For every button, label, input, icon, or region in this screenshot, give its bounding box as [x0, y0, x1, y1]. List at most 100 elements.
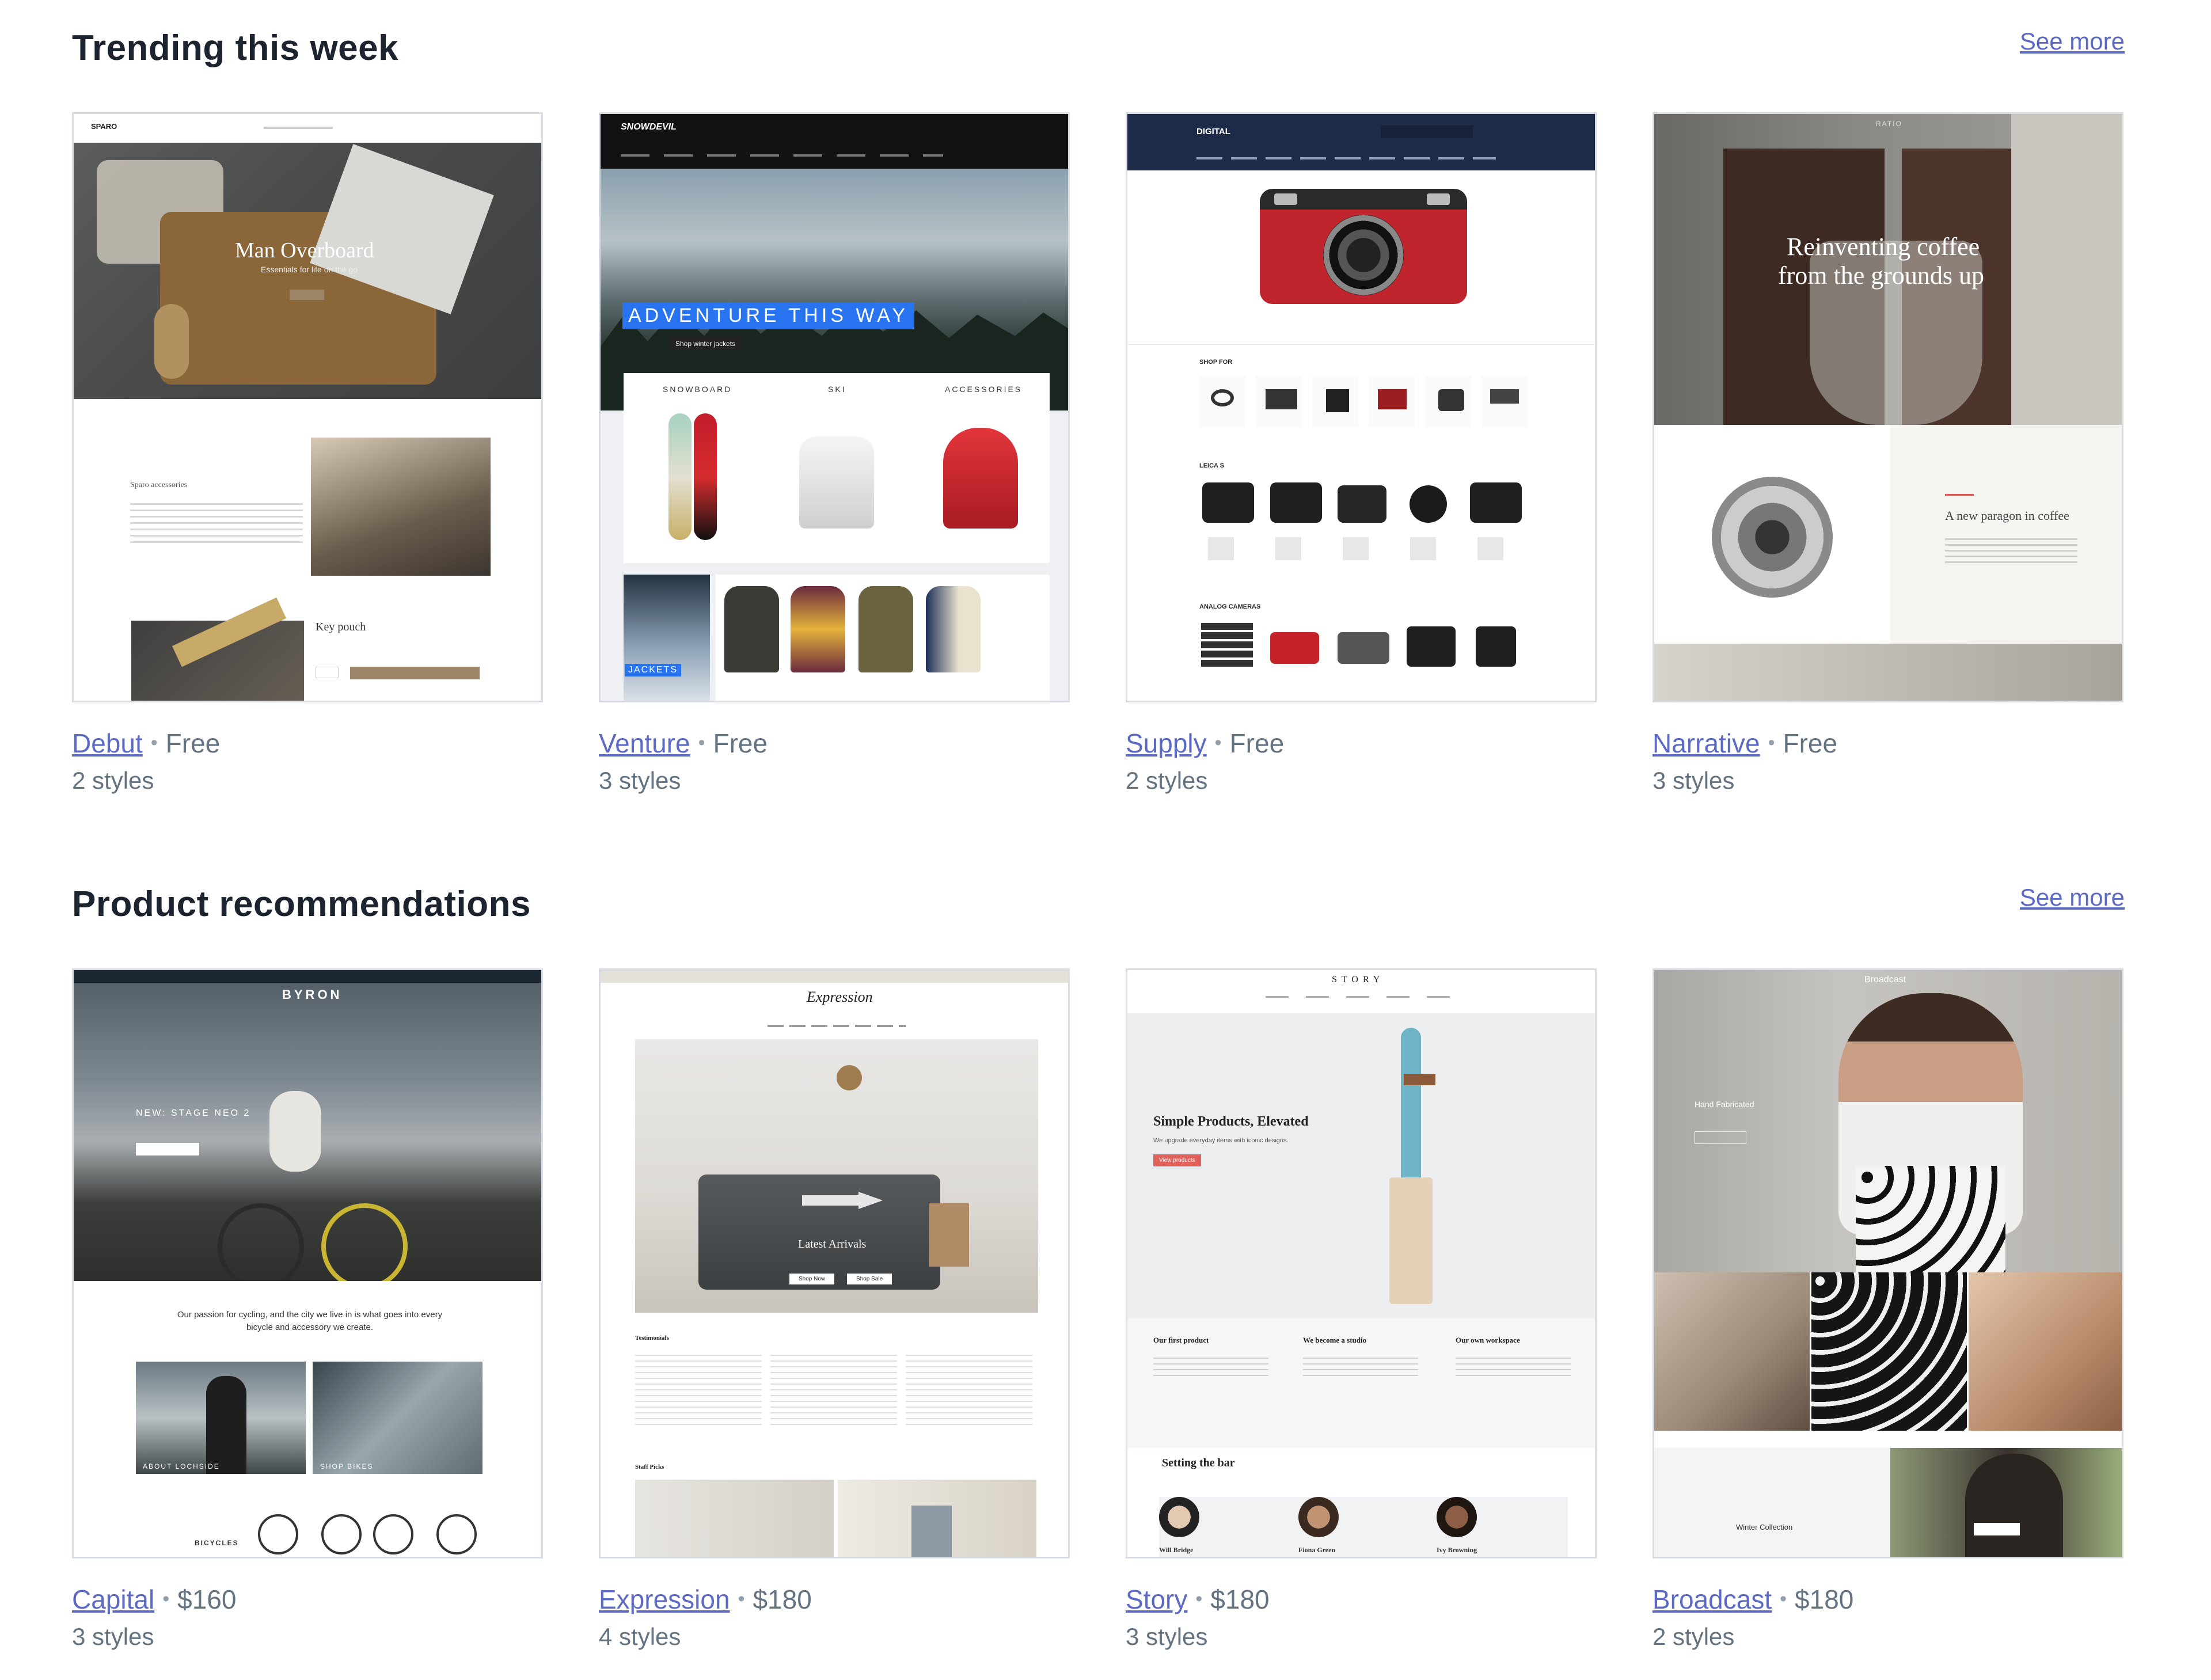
- theme-card-story[interactable]: STORY Simple Products, Elevated We upgra…: [1126, 968, 1597, 1654]
- theme-card-venture[interactable]: SNOWDEVIL ADVENTURE THIS WAY Shop winter…: [599, 112, 1070, 797]
- theme-meta: Venture • Free 3 styles: [599, 725, 1070, 797]
- preview-hero-title-2: from the grounds up: [1778, 261, 1985, 290]
- theme-preview[interactable]: RATIO Reinventing coffee from the ground…: [1652, 112, 2123, 702]
- theme-card-broadcast[interactable]: Broadcast Hand Fabricated Winter Collect…: [1652, 968, 2123, 1654]
- preview-hero-title: Man Overboard: [235, 238, 374, 263]
- section-header: Trending this week See more: [72, 28, 2125, 85]
- theme-meta: Broadcast • $180 2 styles: [1652, 1582, 2123, 1654]
- preview-hero-title: Reinventing coffee: [1787, 233, 1980, 261]
- preview-cat-2: SKI: [828, 385, 846, 394]
- preview-block-title: Sparo accessories: [130, 481, 188, 489]
- preview-brand: Expression: [807, 989, 873, 1005]
- separator-dot: •: [150, 732, 158, 754]
- preview-hero-sub: We upgrade everyday items with iconic de…: [1153, 1137, 1289, 1144]
- theme-meta: Expression • $180 4 styles: [599, 1582, 1070, 1654]
- preview-tagline: A new paragon in coffee: [1945, 508, 2069, 523]
- preview-person-2: Fiona Green: [1298, 1546, 1336, 1554]
- preview-cta: View products: [1153, 1154, 1201, 1166]
- preview-body: Our passion for cycling, and the city we…: [177, 1310, 443, 1332]
- theme-meta: Story • $180 3 styles: [1126, 1582, 1597, 1654]
- preview-btn-1: Shop Now: [789, 1274, 835, 1284]
- preview-brand: SPARO: [91, 122, 117, 131]
- preview-hero-title: Simple Products, Elevated: [1153, 1114, 1309, 1129]
- separator-dot: •: [1780, 1588, 1787, 1610]
- preview-brand: Broadcast: [1864, 975, 1906, 985]
- theme-price: $180: [1795, 1584, 1854, 1614]
- preview-person-3: Ivy Browning: [1437, 1546, 1477, 1554]
- theme-styles-count: 2 styles: [1126, 767, 1208, 794]
- theme-name-link[interactable]: Story: [1126, 1584, 1187, 1614]
- separator-dot: •: [1195, 1588, 1203, 1610]
- preview-testimonials: Testimonials: [635, 1335, 669, 1341]
- separator-dot: •: [738, 1588, 745, 1610]
- preview-product-title: Key pouch: [316, 621, 366, 633]
- preview-hero-title: ADVENTURE THIS WAY: [622, 302, 915, 329]
- theme-card-expression[interactable]: Expression Latest Arrivals Shop Now Shop…: [599, 968, 1070, 1654]
- preview-cat-1: SNOWBOARD: [663, 385, 732, 394]
- theme-card-narrative[interactable]: RATIO Reinventing coffee from the ground…: [1652, 112, 2123, 797]
- see-more-link[interactable]: See more: [2020, 28, 2125, 55]
- theme-name-link[interactable]: Broadcast: [1652, 1584, 1772, 1614]
- separator-dot: •: [1768, 732, 1775, 754]
- theme-price: $180: [1210, 1584, 1270, 1614]
- section-header: Product recommendations See more: [72, 884, 2125, 941]
- theme-meta: Capital • $160 3 styles: [72, 1582, 543, 1654]
- theme-meta: Debut • Free 2 styles: [72, 725, 543, 797]
- preview-col-3: Our own workspace: [1456, 1336, 1520, 1344]
- preview-row2-title: ANALOG CAMERAS: [1199, 603, 1261, 610]
- preview-hero-title: NEW: STAGE NEO 2: [136, 1108, 251, 1118]
- theme-preview[interactable]: STORY Simple Products, Elevated We upgra…: [1126, 968, 1597, 1559]
- preview-brand: SNOWDEVIL: [621, 122, 677, 132]
- theme-name-link[interactable]: Venture: [599, 728, 690, 758]
- preview-section-title: Setting the bar: [1162, 1457, 1235, 1469]
- theme-card-supply[interactable]: DIGITAL SHOP FOR LEICA S ANALOG CAMERAS …: [1126, 112, 1597, 797]
- section-title: Product recommendations: [72, 884, 531, 924]
- theme-styles-count: 3 styles: [1126, 1623, 1208, 1650]
- preview-brand: STORY: [1332, 975, 1385, 985]
- theme-styles-count: 4 styles: [599, 1623, 681, 1650]
- see-more-link[interactable]: See more: [2020, 884, 2125, 911]
- preview-cta: Shop winter jackets: [670, 337, 742, 350]
- theme-grid: SPARO Man Overboard Essentials for life …: [72, 112, 2125, 803]
- theme-name-link[interactable]: Expression: [599, 1584, 730, 1614]
- theme-preview[interactable]: SNOWDEVIL ADVENTURE THIS WAY Shop winter…: [599, 112, 1070, 702]
- theme-price: $180: [753, 1584, 812, 1614]
- preview-brand: DIGITAL: [1196, 127, 1230, 136]
- preview-btn-2: Shop Sale: [847, 1274, 892, 1284]
- theme-name-link[interactable]: Capital: [72, 1584, 154, 1614]
- preview-col-2: We become a studio: [1303, 1336, 1367, 1344]
- preview-bottom-title: BICYCLES: [195, 1539, 239, 1547]
- theme-meta: Supply • Free 2 styles: [1126, 725, 1597, 797]
- section-trending: Trending this week See more SPARO Man Ov…: [72, 28, 2125, 794]
- preview-cat-3: ACCESSORIES: [945, 385, 1023, 394]
- theme-card-capital[interactable]: BYRON NEW: STAGE NEO 2 Our passion for c…: [72, 968, 543, 1654]
- theme-styles-count: 2 styles: [72, 767, 154, 794]
- theme-styles-count: 3 styles: [1652, 767, 1735, 794]
- theme-preview[interactable]: SPARO Man Overboard Essentials for life …: [72, 112, 543, 702]
- separator-dot: •: [1214, 732, 1222, 754]
- theme-preview[interactable]: DIGITAL SHOP FOR LEICA S ANALOG CAMERAS: [1126, 112, 1597, 702]
- theme-card-debut[interactable]: SPARO Man Overboard Essentials for life …: [72, 112, 543, 797]
- theme-price: Free: [1229, 728, 1285, 758]
- preview-label: Winter Collection: [1736, 1523, 1793, 1531]
- theme-name-link[interactable]: Supply: [1126, 728, 1207, 758]
- preview-brand: RATIO: [1876, 120, 1902, 128]
- preview-shop-for: SHOP FOR: [1199, 359, 1233, 366]
- theme-price: Free: [713, 728, 768, 758]
- theme-preview[interactable]: BYRON NEW: STAGE NEO 2 Our passion for c…: [72, 968, 543, 1559]
- theme-preview[interactable]: Broadcast Hand Fabricated Winter Collect…: [1652, 968, 2123, 1559]
- theme-grid: BYRON NEW: STAGE NEO 2 Our passion for c…: [72, 968, 2125, 1659]
- theme-styles-count: 3 styles: [72, 1623, 154, 1650]
- preview-hero-title: Latest Arrivals: [798, 1238, 867, 1251]
- preview-row1-title: LEICA S: [1199, 462, 1224, 469]
- preview-hero-sub: Essentials for life on the go: [261, 265, 358, 274]
- preview-person-1: Will Bridge: [1159, 1546, 1194, 1554]
- theme-preview[interactable]: Expression Latest Arrivals Shop Now Shop…: [599, 968, 1070, 1559]
- preview-col-1: Our first product: [1153, 1336, 1209, 1344]
- section-title: Trending this week: [72, 28, 399, 68]
- theme-name-link[interactable]: Narrative: [1652, 728, 1760, 758]
- theme-name-link[interactable]: Debut: [72, 728, 143, 758]
- section-product-recommendations: Product recommendations See more BYRON N…: [72, 884, 2125, 1650]
- separator-dot: •: [162, 1588, 170, 1610]
- preview-brand: BYRON: [282, 987, 343, 1002]
